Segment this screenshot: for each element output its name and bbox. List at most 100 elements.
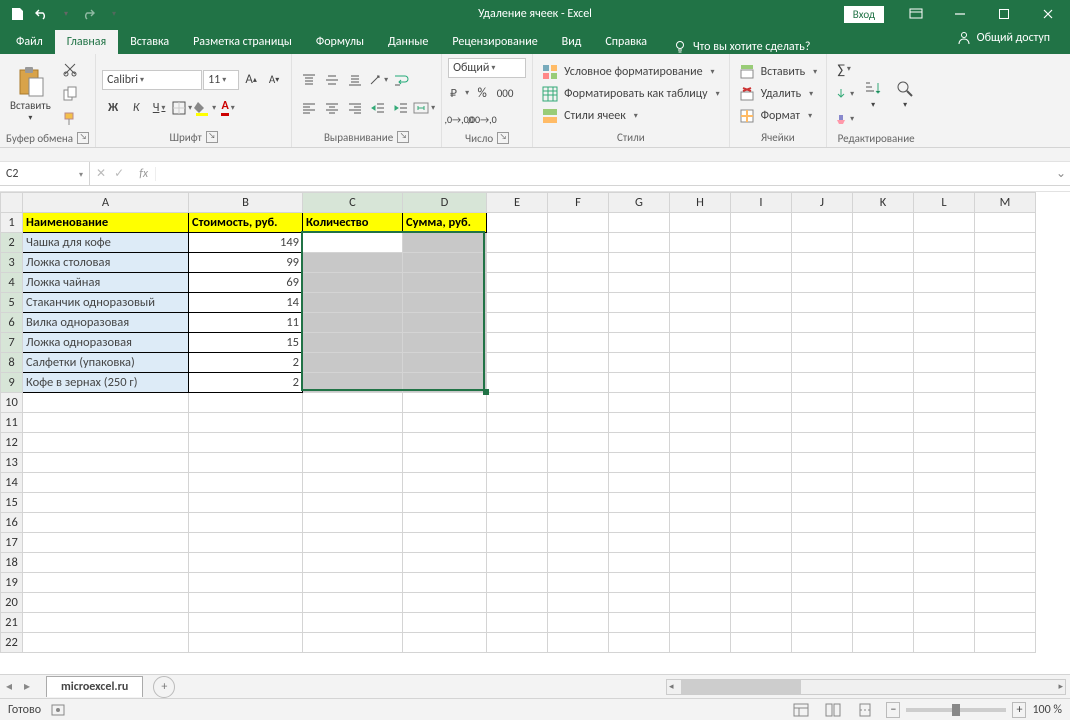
cell-J7[interactable] xyxy=(792,333,853,353)
cell-E4[interactable] xyxy=(487,273,548,293)
cell-K13[interactable] xyxy=(853,453,914,473)
cell-C21[interactable] xyxy=(303,613,403,633)
cell-D15[interactable] xyxy=(403,493,487,513)
row-header-14[interactable]: 14 xyxy=(1,473,23,493)
cell-I20[interactable] xyxy=(731,593,792,613)
cell-C16[interactable] xyxy=(303,513,403,533)
row-header-2[interactable]: 2 xyxy=(1,233,23,253)
name-box[interactable]: C2 xyxy=(0,162,90,185)
cell-C7[interactable] xyxy=(303,333,403,353)
cell-F5[interactable] xyxy=(548,293,609,313)
row-header-21[interactable]: 21 xyxy=(1,613,23,633)
cell-G14[interactable] xyxy=(609,473,670,493)
column-header-L[interactable]: L xyxy=(914,193,975,213)
row-header-6[interactable]: 6 xyxy=(1,313,23,333)
cell-J9[interactable] xyxy=(792,373,853,393)
cell-H5[interactable] xyxy=(670,293,731,313)
select-all-corner[interactable] xyxy=(1,193,23,213)
cell-E15[interactable] xyxy=(487,493,548,513)
cell-B19[interactable] xyxy=(189,573,303,593)
cell-L2[interactable] xyxy=(914,233,975,253)
cell-L12[interactable] xyxy=(914,433,975,453)
zoom-slider[interactable] xyxy=(906,708,1006,712)
cell-B18[interactable] xyxy=(189,553,303,573)
cell-G17[interactable] xyxy=(609,533,670,553)
cell-A15[interactable] xyxy=(23,493,189,513)
cell-M18[interactable] xyxy=(975,553,1036,573)
cell-D17[interactable] xyxy=(403,533,487,553)
cell-D2[interactable] xyxy=(403,233,487,253)
cell-K9[interactable] xyxy=(853,373,914,393)
row-header-5[interactable]: 5 xyxy=(1,293,23,313)
clipboard-dialog-launcher[interactable]: ↘ xyxy=(77,132,89,144)
number-format-combo[interactable]: Общий xyxy=(448,58,526,78)
row-header-3[interactable]: 3 xyxy=(1,253,23,273)
cell-K7[interactable] xyxy=(853,333,914,353)
row-header-20[interactable]: 20 xyxy=(1,593,23,613)
cell-D20[interactable] xyxy=(403,593,487,613)
row-header-19[interactable]: 19 xyxy=(1,573,23,593)
cell-A12[interactable] xyxy=(23,433,189,453)
align-right-icon[interactable] xyxy=(344,97,366,119)
cell-G4[interactable] xyxy=(609,273,670,293)
cell-B5[interactable]: 14 xyxy=(189,293,303,313)
cell-M16[interactable] xyxy=(975,513,1036,533)
cell-G10[interactable] xyxy=(609,393,670,413)
column-header-F[interactable]: F xyxy=(548,193,609,213)
cell-E10[interactable] xyxy=(487,393,548,413)
cell-D3[interactable] xyxy=(403,253,487,273)
cell-A5[interactable]: Стаканчик одноразовый xyxy=(23,293,189,313)
italic-button[interactable]: К xyxy=(125,97,147,119)
cell-H20[interactable] xyxy=(670,593,731,613)
cell-E16[interactable] xyxy=(487,513,548,533)
cell-I14[interactable] xyxy=(731,473,792,493)
cell-F2[interactable] xyxy=(548,233,609,253)
cell-M9[interactable] xyxy=(975,373,1036,393)
insert-cells-button[interactable]: Вставить xyxy=(736,62,821,82)
cell-I13[interactable] xyxy=(731,453,792,473)
cell-K6[interactable] xyxy=(853,313,914,333)
align-middle-icon[interactable] xyxy=(321,69,343,91)
cell-C2[interactable] xyxy=(303,233,403,253)
cell-F3[interactable] xyxy=(548,253,609,273)
cell-B7[interactable]: 15 xyxy=(189,333,303,353)
cell-C17[interactable] xyxy=(303,533,403,553)
cell-C9[interactable] xyxy=(303,373,403,393)
row-header-1[interactable]: 1 xyxy=(1,213,23,233)
borders-icon[interactable] xyxy=(171,97,193,119)
zoom-level[interactable]: 100 % xyxy=(1032,703,1062,717)
cell-B13[interactable] xyxy=(189,453,303,473)
column-header-K[interactable]: K xyxy=(853,193,914,213)
align-bottom-icon[interactable] xyxy=(344,69,366,91)
cell-B12[interactable] xyxy=(189,433,303,453)
cell-D7[interactable] xyxy=(403,333,487,353)
row-header-18[interactable]: 18 xyxy=(1,553,23,573)
cell-E22[interactable] xyxy=(487,633,548,653)
cell-F17[interactable] xyxy=(548,533,609,553)
column-header-B[interactable]: B xyxy=(189,193,303,213)
minimize-icon[interactable] xyxy=(938,0,982,28)
cell-H15[interactable] xyxy=(670,493,731,513)
cell-H18[interactable] xyxy=(670,553,731,573)
cell-E7[interactable] xyxy=(487,333,548,353)
cell-B4[interactable]: 69 xyxy=(189,273,303,293)
cell-A6[interactable]: Вилка одноразовая xyxy=(23,313,189,333)
tab-insert[interactable]: Вставка xyxy=(118,30,181,54)
zoom-in-button[interactable]: + xyxy=(1012,702,1026,718)
cell-L19[interactable] xyxy=(914,573,975,593)
cell-L5[interactable] xyxy=(914,293,975,313)
cell-H6[interactable] xyxy=(670,313,731,333)
cancel-formula-icon[interactable]: ✕ xyxy=(96,166,106,181)
increase-indent-icon[interactable] xyxy=(390,97,412,119)
cell-K3[interactable] xyxy=(853,253,914,273)
cell-E14[interactable] xyxy=(487,473,548,493)
cell-B11[interactable] xyxy=(189,413,303,433)
cell-D12[interactable] xyxy=(403,433,487,453)
close-icon[interactable] xyxy=(1026,0,1070,28)
cell-L22[interactable] xyxy=(914,633,975,653)
cell-E18[interactable] xyxy=(487,553,548,573)
paste-button[interactable]: Вставить ▾ xyxy=(6,58,55,130)
format-painter-icon[interactable] xyxy=(59,108,81,130)
cell-I21[interactable] xyxy=(731,613,792,633)
cell-I12[interactable] xyxy=(731,433,792,453)
